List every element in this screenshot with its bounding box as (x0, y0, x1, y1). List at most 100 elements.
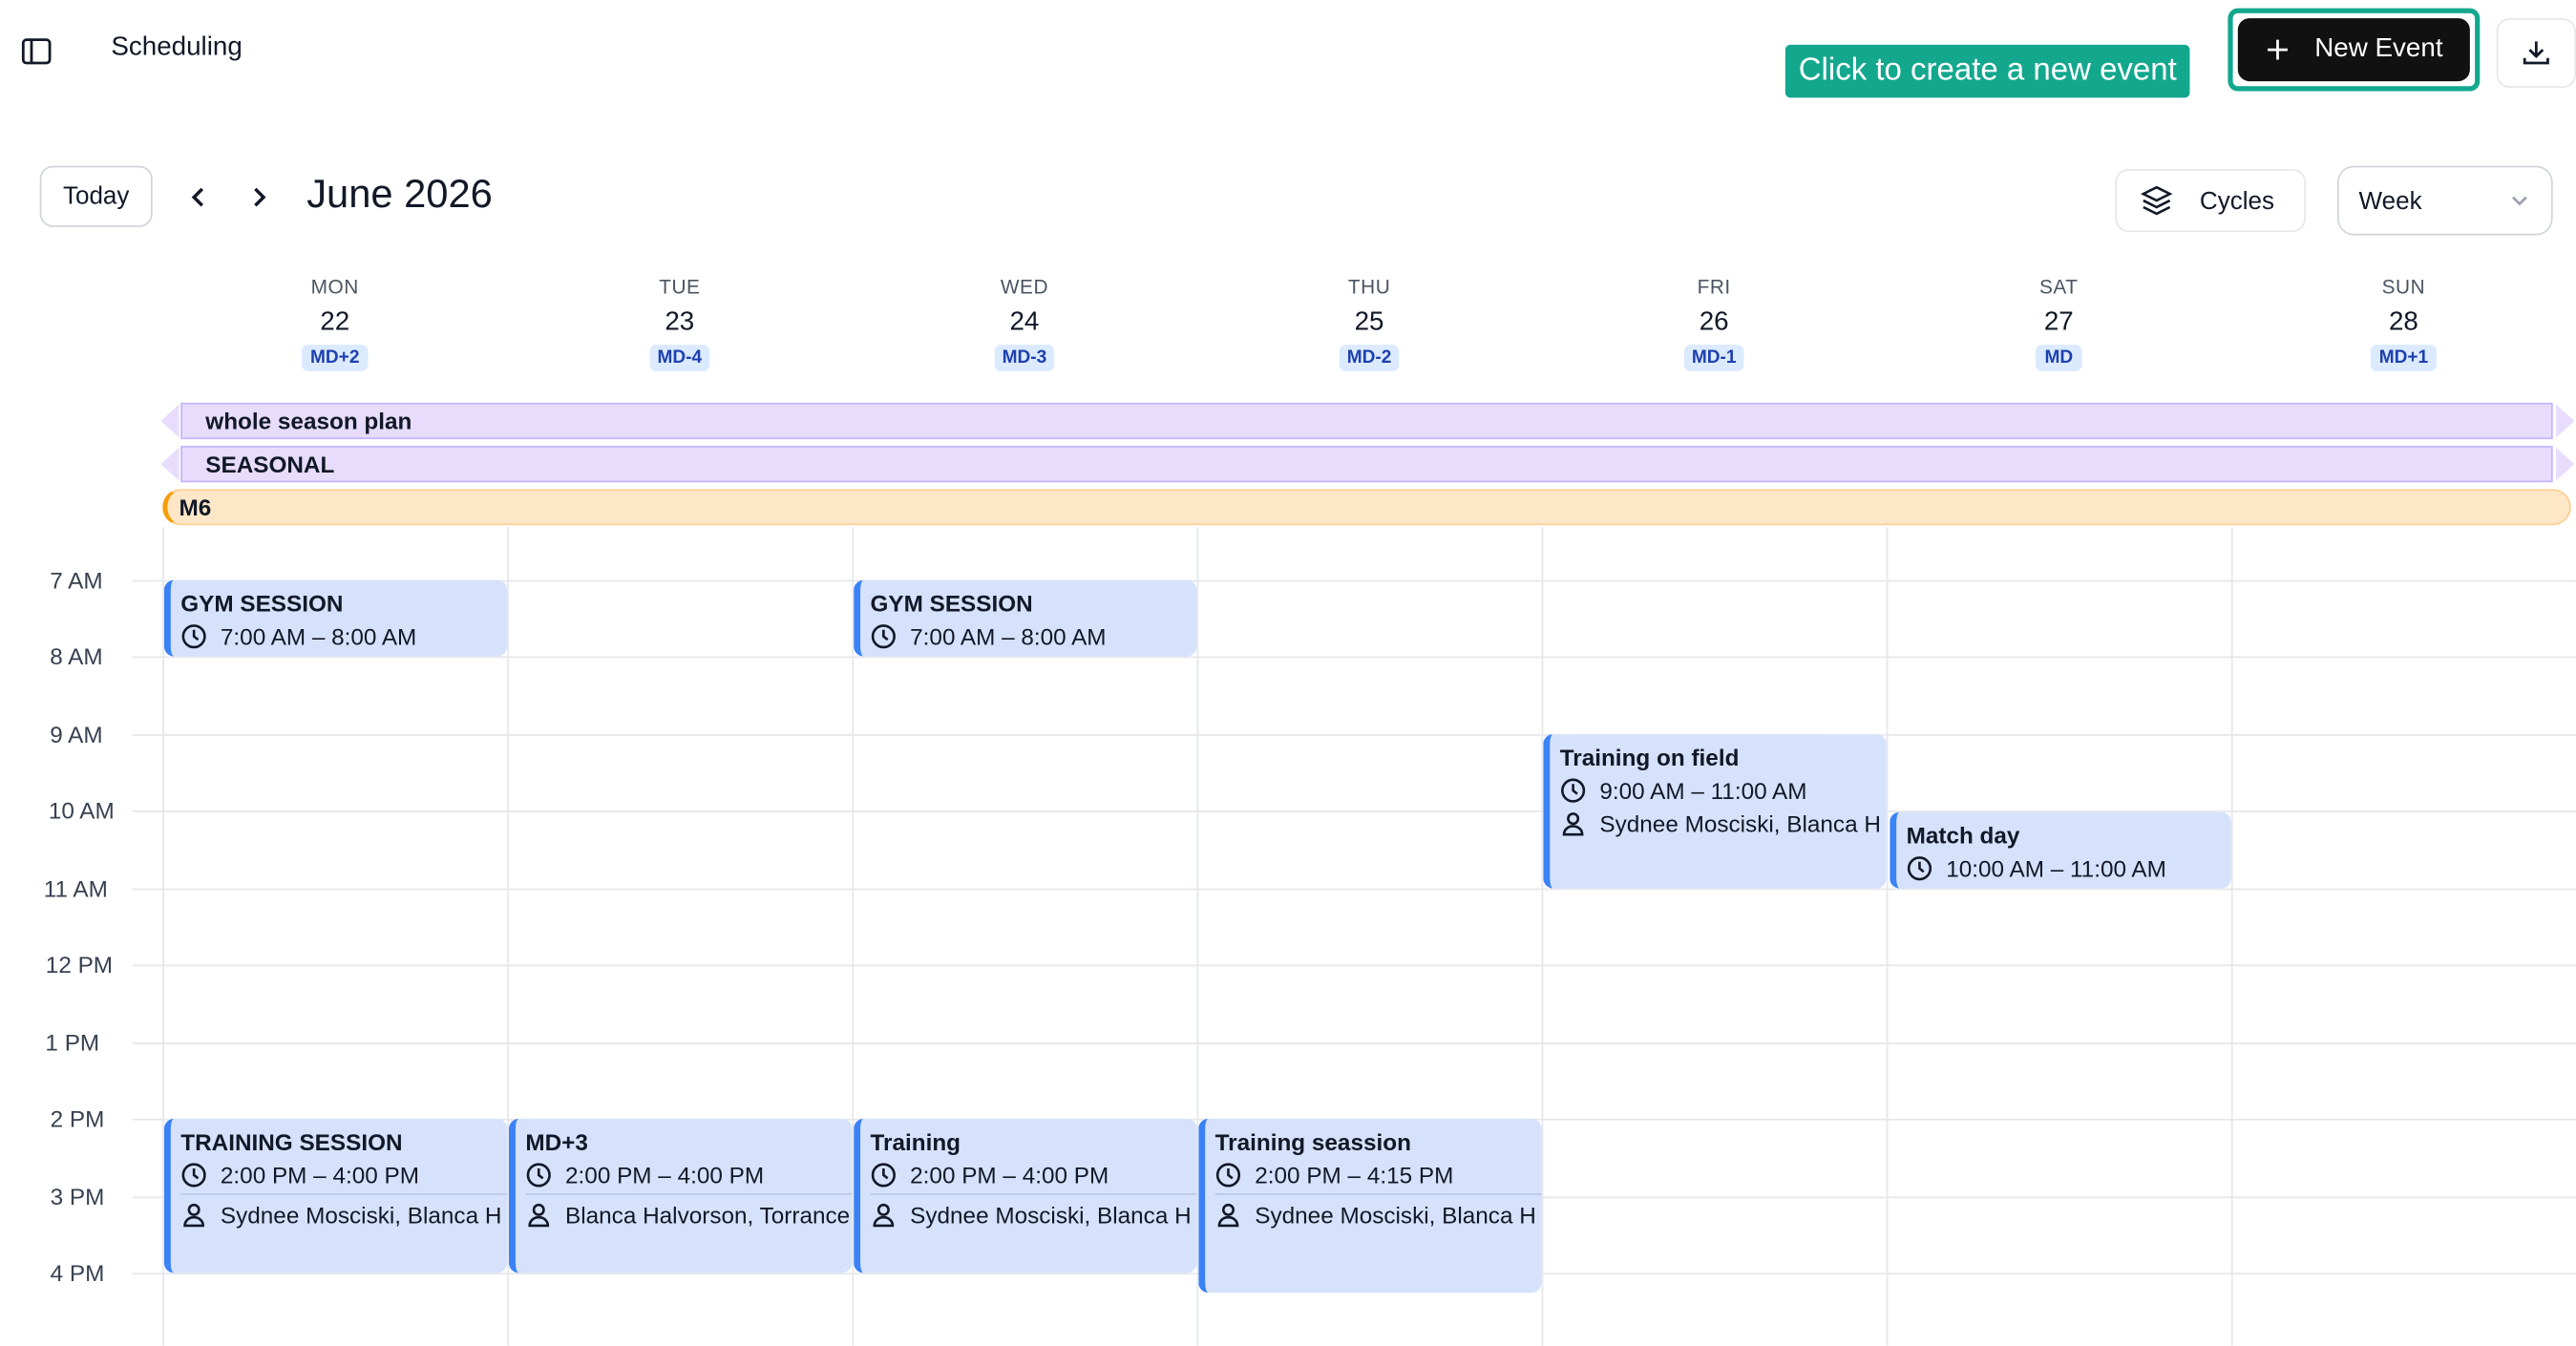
event-time-row: 9:00 AM – 11:00 AM (1560, 777, 1887, 804)
day-badge: MD-4 (648, 345, 710, 371)
sidebar-toggle-icon[interactable] (16, 32, 56, 72)
view-select[interactable]: Week (2336, 165, 2553, 236)
clock-icon (871, 624, 896, 649)
event-time-row: 10:00 AM – 11:00 AM (1907, 855, 2231, 882)
event-match-day[interactable]: Match day 10:00 AM – 11:00 AM (1890, 811, 2231, 889)
event-people: Sydnee Mosciski, Blanca H (220, 1201, 502, 1229)
day-header-wed[interactable]: WED 24 MD-3 (852, 275, 1196, 371)
day-number: 25 (1354, 307, 1384, 337)
person-icon (1562, 812, 1584, 836)
day-badge: MD+2 (302, 345, 369, 371)
day-header-sun[interactable]: SUN 28 MD+1 (2231, 275, 2576, 371)
download-icon (2523, 41, 2549, 65)
allday-event-whole-season-plan[interactable]: whole season plan (180, 402, 2553, 440)
event-time-row: 7:00 AM – 8:00 AM (870, 623, 1196, 650)
event-title: Training seassion (1214, 1128, 1411, 1156)
event-time-row: 2:00 PM – 4:15 PM (1214, 1162, 1542, 1195)
clock-icon (1907, 856, 1932, 881)
event-time-row: 2:00 PM – 4:00 PM (525, 1162, 853, 1195)
day-name: SUN (2381, 275, 2426, 299)
person-icon (873, 1203, 895, 1228)
view-select-value: Week (2358, 186, 2422, 215)
event-title: GYM SESSION (870, 590, 1033, 617)
event-time-row: 2:00 PM – 4:00 PM (870, 1162, 1197, 1195)
chevron-right-icon[interactable] (242, 180, 275, 214)
day-header-tue[interactable]: TUE 23 MD-4 (507, 275, 852, 371)
day-number: 28 (2388, 307, 2418, 337)
event-time-row: 7:00 AM – 8:00 AM (180, 623, 507, 650)
event-people: Sydnee Mosciski, Blanca H (910, 1201, 1192, 1229)
event-gym-session-mon[interactable]: GYM SESSION 7:00 AM – 8:00 AM (163, 579, 508, 657)
hour-line (132, 1042, 2576, 1044)
new-event-tooltip: Click to create a new event (1784, 44, 2190, 98)
hour-line (132, 734, 2576, 736)
event-title: TRAINING SESSION (180, 1128, 403, 1156)
person-icon (1217, 1203, 1239, 1228)
day-number: 24 (1009, 307, 1040, 337)
event-title: Match day (1906, 822, 2020, 849)
event-md-plus-3[interactable]: MD+3 2:00 PM – 4:00 PM Blanca Halvorson,… (509, 1118, 853, 1273)
event-time: 2:00 PM – 4:00 PM (565, 1162, 765, 1188)
event-title: GYM SESSION (180, 590, 344, 617)
layers-icon (2140, 185, 2173, 216)
day-number: 27 (2043, 307, 2074, 337)
allday-event-m6[interactable]: M6 (162, 489, 2571, 526)
event-time-row: 2:00 PM – 4:00 PM (180, 1162, 508, 1195)
plus-icon (2268, 39, 2289, 60)
event-training-on-field[interactable]: Training on field 9:00 AM – 11:00 AM Syd… (1543, 734, 1887, 889)
app-title: Scheduling (111, 32, 243, 62)
cycles-label: Cycles (2199, 186, 2275, 215)
day-header-sat[interactable]: SAT 27 MD (1887, 275, 2231, 371)
new-event-button[interactable]: New Event (2237, 18, 2470, 82)
download-button[interactable] (2496, 18, 2576, 89)
day-name: MON (310, 275, 359, 299)
day-name: THU (1347, 275, 1391, 299)
hour-label: 2 PM (50, 1105, 105, 1132)
event-time: 9:00 AM – 11:00 AM (1599, 777, 1807, 805)
event-gym-session-wed[interactable]: GYM SESSION 7:00 AM – 8:00 AM (854, 579, 1197, 657)
event-training[interactable]: Training 2:00 PM – 4:00 PM Sydnee Moscis… (854, 1118, 1197, 1273)
hour-label: 4 PM (50, 1259, 105, 1287)
day-name: TUE (659, 275, 701, 299)
today-button[interactable]: Today (39, 165, 153, 227)
event-people: Blanca Halvorson, Torrance (565, 1201, 851, 1229)
event-title: MD+3 (525, 1128, 588, 1156)
event-people: Sydnee Mosciski, Blanca H (1599, 810, 1881, 837)
day-header-thu[interactable]: THU 25 MD-2 (1197, 275, 1542, 371)
day-header-mon[interactable]: MON 22 MD+2 (162, 275, 507, 371)
chevron-down-icon (2512, 196, 2527, 206)
event-time: 7:00 AM – 8:00 AM (910, 622, 1107, 650)
person-icon (528, 1203, 550, 1228)
new-event-highlight: New Event (2228, 8, 2481, 92)
hour-label: 7 AM (50, 566, 103, 594)
hour-line (132, 888, 2576, 891)
day-badge: MD-2 (1339, 345, 1401, 371)
chevron-left-icon[interactable] (182, 180, 216, 214)
day-column-line (1541, 527, 1544, 1346)
hour-label: 11 AM (43, 874, 108, 902)
event-training-session[interactable]: TRAINING SESSION 2:00 PM – 4:00 PM Sydne… (163, 1118, 508, 1273)
day-name: WED (1000, 275, 1049, 299)
hour-line (132, 964, 2576, 967)
hour-label: 8 AM (50, 642, 103, 670)
event-time: 2:00 PM – 4:00 PM (910, 1162, 1109, 1188)
clock-icon (181, 1163, 206, 1188)
event-people-row: Sydnee Mosciski, Blanca H (1560, 810, 1887, 837)
month-title: June 2026 (306, 172, 493, 218)
event-people: Sydnee Mosciski, Blanca H (1255, 1201, 1536, 1229)
hour-label: 9 AM (50, 721, 103, 748)
allday-event-seasonal[interactable]: SEASONAL (180, 446, 2553, 483)
event-training-seassion[interactable]: Training seassion 2:00 PM – 4:15 PM Sydn… (1198, 1118, 1542, 1293)
day-badge: MD-3 (993, 345, 1055, 371)
cycles-button[interactable]: Cycles (2115, 169, 2306, 233)
event-time: 2:00 PM – 4:00 PM (220, 1162, 419, 1188)
new-event-label: New Event (2314, 34, 2443, 63)
event-people-row: Sydnee Mosciski, Blanca H (1215, 1201, 1542, 1229)
day-column-line (2230, 527, 2233, 1346)
clock-icon (181, 624, 206, 649)
hour-label: 3 PM (50, 1183, 105, 1210)
clock-icon (1215, 1163, 1241, 1188)
day-header-fri[interactable]: FRI 26 MD-1 (1542, 275, 1887, 371)
day-name: SAT (2039, 275, 2079, 299)
event-people-row: Sydnee Mosciski, Blanca H (180, 1201, 507, 1229)
